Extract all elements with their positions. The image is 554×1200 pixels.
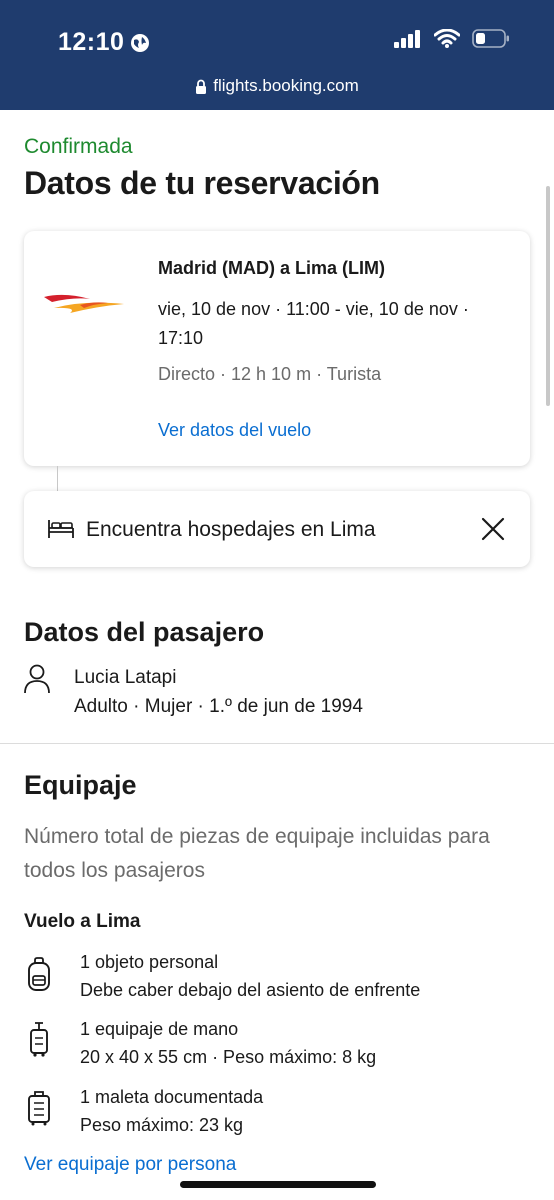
flight-times: vie, 10 de nov · 11:00 - vie, 10 de nov … <box>158 299 469 348</box>
hotel-suggestion-text: Encuentra hospedajes en Lima <box>86 518 376 541</box>
passenger-section-title: Datos del pasajero <box>24 617 265 647</box>
baggage-section-title: Equipaje <box>24 770 137 800</box>
booking-status: Confirmada <box>24 135 133 158</box>
view-flight-details-link[interactable]: Ver datos del vuelo <box>158 420 311 441</box>
airline-logo <box>44 294 124 313</box>
status-icons <box>394 29 510 48</box>
baggage-item-title: 1 objeto personal <box>80 952 219 972</box>
baggage-item-title: 1 maleta documentada <box>80 1087 264 1107</box>
home-indicator[interactable] <box>180 1181 376 1188</box>
url-text: flights.booking.com <box>213 76 359 95</box>
baggage-description: Número total de piezas de equipaje inclu… <box>24 825 490 882</box>
carry-on-icon <box>30 1022 48 1057</box>
passenger-name: Lucia Latapi <box>74 667 177 688</box>
flight-details: Directo · 12 h 10 m · Turista <box>158 364 382 384</box>
page-title: Datos de tu reservación <box>24 165 380 201</box>
checked-bag-icon <box>28 1091 50 1126</box>
close-icon[interactable] <box>481 517 505 541</box>
flight-route: Madrid (MAD) a Lima (LIM) <box>158 258 385 278</box>
scrollbar[interactable] <box>546 186 550 406</box>
baggage-item-title: 1 equipaje de mano <box>80 1019 239 1039</box>
baggage-item-subtitle: 20 x 40 x 55 cm · Peso máximo: 8 kg <box>80 1047 377 1067</box>
baggage-leg-title: Vuelo a Lima <box>24 911 141 932</box>
status-time: 12:10 <box>58 28 150 57</box>
lock-icon <box>196 79 207 94</box>
signal-icon <box>394 29 420 48</box>
battery-icon <box>472 29 509 48</box>
section-divider <box>0 743 554 744</box>
url-bar[interactable]: flights.booking.com <box>0 76 554 96</box>
flight-card: Madrid (MAD) a Lima (LIM) vie, 10 de nov… <box>24 231 530 466</box>
clock: 12:10 <box>58 28 125 56</box>
view-baggage-per-person-link[interactable]: Ver equipaje por persona <box>24 1154 236 1176</box>
passenger-info: Adulto · Mujer · 1.º de jun de 1994 <box>74 696 363 717</box>
baggage-item-subtitle: Peso máximo: 23 kg <box>80 1115 244 1135</box>
baggage-item-subtitle: Debe caber debajo del asiento de enfrent… <box>80 980 421 1000</box>
connector-line <box>57 466 58 492</box>
hotel-suggestion-card[interactable]: Encuentra hospedajes en Lima <box>24 491 530 567</box>
wifi-icon <box>434 29 460 48</box>
browser-top-bar: 12:10 flights.booking.com <box>0 0 554 110</box>
bed-icon <box>48 520 74 538</box>
backpack-icon <box>28 957 50 991</box>
person-icon <box>24 664 50 694</box>
globe-icon <box>131 33 150 52</box>
